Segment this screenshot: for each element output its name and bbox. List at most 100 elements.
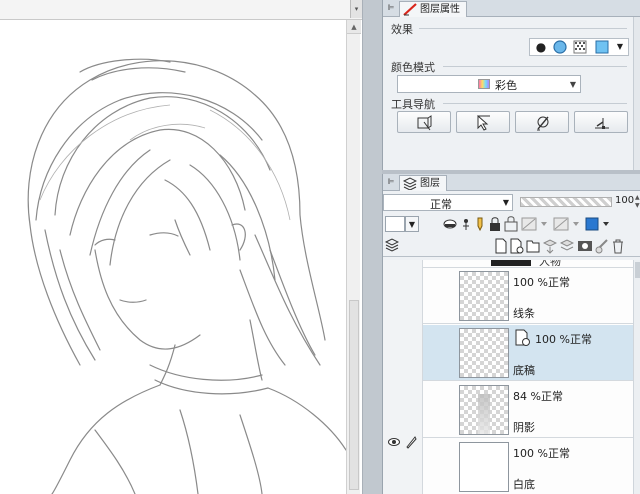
ruler-icon [595, 118, 609, 129]
blend-mode-value: 正常 [430, 198, 452, 211]
layer-property-panel: ⊫ 图层属性 效果 ● ▼ 颜色模式 彩色 ▼ 工具导航 [382, 0, 640, 170]
vector-layer-icon [515, 329, 530, 346]
scroll-thumb[interactable] [349, 300, 359, 490]
color-mode-swatch-icon [478, 79, 490, 89]
layer-row[interactable]: 100 %正常 白底 [423, 439, 633, 494]
layer-name: 白底 [513, 478, 535, 491]
property-tab-bar: ⊫ 图层属性 [383, 0, 640, 17]
layer-opacity-blend: 100 %正常 [535, 333, 592, 346]
tone-effect-icon[interactable] [572, 39, 588, 55]
chevron-down-icon[interactable]: ▼ [405, 216, 419, 232]
visibility-column [383, 260, 423, 494]
layer-stack-icon[interactable] [385, 238, 399, 254]
property-scrollbar[interactable] [633, 17, 640, 170]
scroll-thumb[interactable] [635, 262, 640, 278]
ruler-show-icon[interactable] [553, 216, 583, 232]
divider [443, 66, 627, 67]
layer-opacity-blend: 84 %正常 [513, 390, 563, 403]
new-folder-icon[interactable] [526, 238, 540, 254]
mask-enable-icon[interactable] [521, 216, 551, 232]
canvas-vertical-scrollbar[interactable]: ▲ [346, 20, 361, 494]
layer-name: 线条 [513, 307, 535, 320]
layer-thumbnail [459, 442, 509, 492]
layer-opacity-blend: 100 %正常 [513, 276, 570, 289]
layer-thumbnail [459, 271, 509, 321]
layer-group-row[interactable]: 人物 [423, 260, 633, 268]
canvas-menu-dropdown[interactable]: ▾ [350, 0, 362, 18]
chevron-down-icon: ▼ [502, 198, 509, 207]
layer-color-icon[interactable] [594, 39, 610, 55]
divider [419, 28, 627, 29]
water-edge-icon[interactable] [552, 39, 568, 55]
brush-check-icon [403, 3, 417, 16]
canvas-top-bar: ▾ [0, 0, 362, 20]
layer-thumbnail [459, 385, 509, 435]
tool-nav-label: 工具导航 [391, 98, 435, 111]
layer-row-selected[interactable]: 100 %正常 底稿 [423, 325, 633, 381]
group-name: 人物 [539, 260, 561, 268]
opacity-value[interactable]: 100 [615, 195, 634, 206]
layer-row[interactable]: 84 %正常 阴影 [423, 382, 633, 438]
layer-name: 阴影 [513, 421, 535, 434]
panel-menu-icon[interactable]: ⊫ [385, 176, 397, 188]
layer-move-icon [417, 115, 432, 131]
tool-navigation-buttons [397, 111, 629, 135]
eye-icon[interactable] [388, 437, 400, 447]
folder-thumbnail [491, 260, 531, 266]
panel-menu-icon[interactable]: ⊫ [385, 2, 397, 14]
chevron-down-icon: ▼ [569, 80, 576, 89]
opacity-slider[interactable] [520, 197, 612, 207]
pane-divider[interactable] [362, 0, 382, 494]
layer-thumbnail [459, 328, 509, 378]
chevron-down-icon[interactable]: ▼ [614, 39, 626, 55]
layer-panel: ⊫ 图层 正常 ▼ 100 ▲ ▼ ▼ 人物 100 %正常 线条 100 %正… [382, 174, 640, 494]
lock-transparent-icon[interactable] [504, 216, 518, 232]
property-body: 效果 ● ▼ 颜色模式 彩色 ▼ 工具导航 [383, 17, 633, 170]
clip-layer-icon[interactable] [443, 216, 457, 232]
select-arrow-icon [477, 114, 490, 131]
blend-row: 正常 ▼ 100 ▲ ▼ [383, 193, 640, 213]
create-mask-icon[interactable] [577, 238, 593, 254]
effect-buttons: ● ▼ [529, 38, 629, 56]
mask-edit-icon [537, 116, 549, 131]
color-mode-label: 颜色模式 [391, 61, 435, 74]
effect-label: 效果 [391, 23, 413, 36]
layer-row[interactable]: 100 %正常 线条 [423, 268, 633, 324]
layer-tab-bar: ⊫ 图层 [383, 174, 640, 191]
select-arrow-button[interactable] [456, 111, 510, 133]
opacity-spinner-icon[interactable]: ▲ ▼ [635, 194, 640, 210]
color-mode-value: 彩色 [495, 79, 517, 92]
reference-layer-icon[interactable] [461, 216, 471, 232]
layer-toolbar-2 [383, 237, 640, 257]
tab-layer[interactable]: 图层 [399, 175, 447, 191]
sketch-drawing[interactable] [0, 20, 346, 494]
palette-color-icon[interactable] [585, 216, 615, 232]
new-raster-layer-icon[interactable] [495, 238, 507, 254]
mask-edit-button[interactable] [515, 111, 569, 133]
layer-color-swatch[interactable] [385, 216, 405, 232]
new-vector-layer-icon[interactable] [510, 238, 524, 254]
layer-move-button[interactable] [397, 111, 451, 133]
ruler-button[interactable] [574, 111, 628, 133]
border-effect-icon[interactable]: ● [534, 39, 548, 55]
layer-opacity-blend: 100 %正常 [513, 447, 570, 460]
pen-edit-icon[interactable] [405, 435, 417, 449]
canvas-pane[interactable]: ▾ ▲ [0, 0, 362, 494]
layer-list-scrollbar[interactable] [633, 260, 640, 494]
tab-layer-property[interactable]: 图层属性 [399, 1, 467, 17]
color-mode-select[interactable]: 彩色 ▼ [397, 75, 581, 93]
trash-icon[interactable] [611, 238, 625, 254]
scroll-up-button[interactable]: ▲ [347, 20, 361, 34]
layer-list: 人物 100 %正常 线条 100 %正常 底稿 84 %正常 阴影 100 %… [383, 260, 640, 494]
lock-icon[interactable] [489, 216, 501, 232]
divider [443, 103, 627, 104]
blend-mode-select[interactable]: 正常 ▼ [383, 194, 513, 211]
tab-label: 图层 [420, 178, 440, 189]
layer-toolbar-1: ▼ [383, 215, 640, 235]
app-window: ▾ ▲ ⊫ 图层属性 效果 ● ▼ 颜色模式 彩色 ▼ 工具导航 ⊫ 图层 正常… [0, 0, 640, 494]
transfer-down-icon[interactable] [543, 238, 557, 254]
apply-mask-icon[interactable] [595, 238, 609, 254]
merge-down-icon[interactable] [560, 238, 574, 254]
draft-layer-icon[interactable] [475, 216, 485, 232]
layer-stack-icon [403, 177, 417, 190]
